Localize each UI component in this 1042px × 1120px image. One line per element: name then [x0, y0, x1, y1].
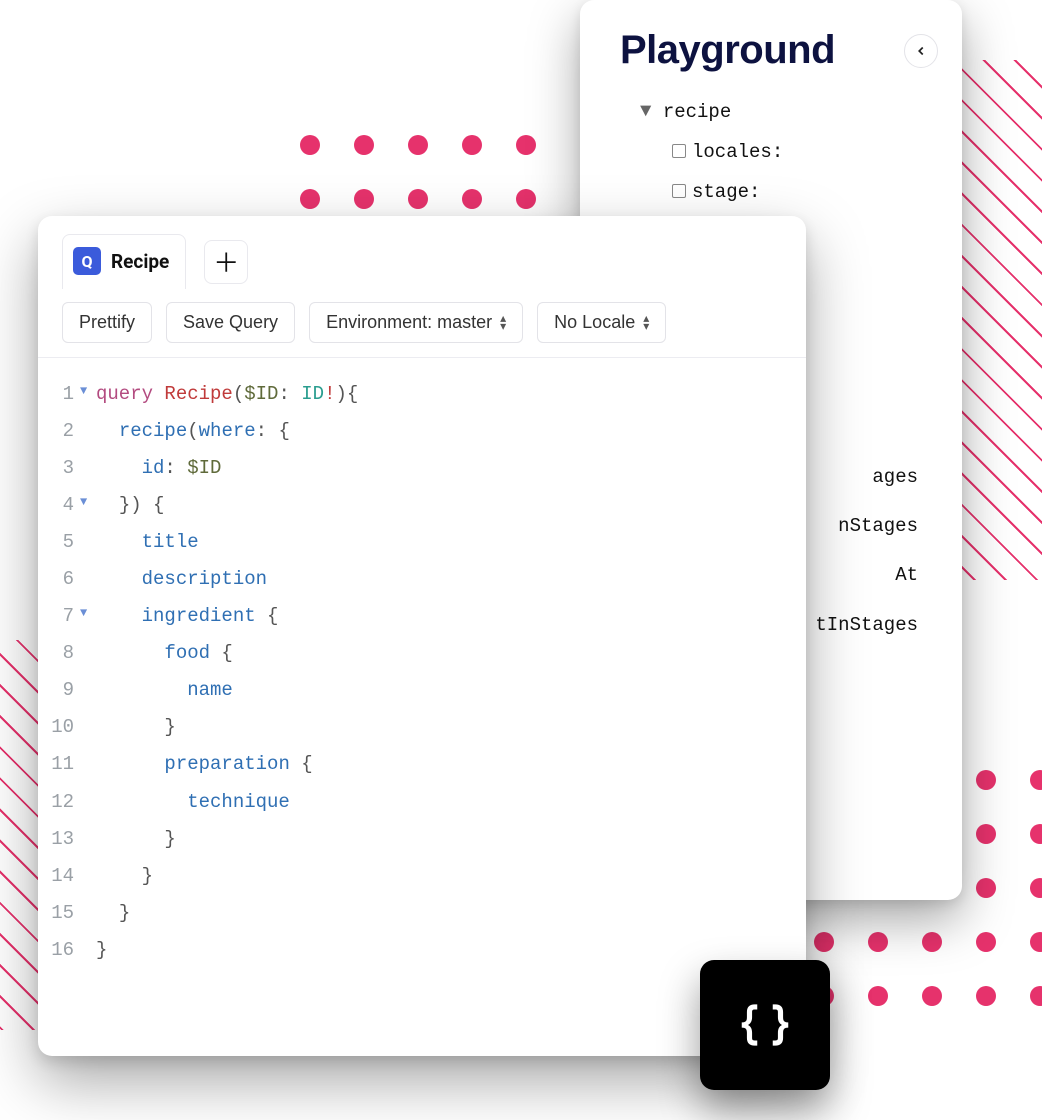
line-number: 1 — [38, 376, 80, 413]
code-line[interactable]: 2 recipe(where: { — [38, 413, 806, 450]
line-number: 4 — [38, 487, 80, 524]
fold-icon — [80, 672, 96, 709]
fold-icon — [80, 450, 96, 487]
code-line[interactable]: 4▼ }) { — [38, 487, 806, 524]
code-content: id: $ID — [96, 450, 221, 487]
fold-icon — [80, 895, 96, 932]
line-number: 10 — [38, 709, 80, 746]
checkbox-icon[interactable] — [672, 184, 686, 198]
tree-node-recipe[interactable]: recipe — [663, 101, 731, 123]
code-line[interactable]: 8 food { — [38, 635, 806, 672]
tree-arg-locales[interactable]: locales: — [692, 141, 783, 163]
line-number: 6 — [38, 561, 80, 598]
line-number: 9 — [38, 672, 80, 709]
code-content: title — [96, 524, 199, 561]
line-number: 15 — [38, 895, 80, 932]
code-content: food { — [96, 635, 233, 672]
code-line[interactable]: 11 preparation { — [38, 746, 806, 783]
plus-icon: ＋ — [213, 243, 239, 280]
code-content: description — [96, 561, 267, 598]
fold-icon — [80, 932, 96, 969]
collapse-button[interactable] — [904, 34, 938, 68]
fold-icon — [80, 784, 96, 821]
fold-icon — [80, 746, 96, 783]
line-number: 14 — [38, 858, 80, 895]
code-content: ingredient { — [96, 598, 278, 635]
line-number: 7 — [38, 598, 80, 635]
code-line[interactable]: 15 } — [38, 895, 806, 932]
code-content: name — [96, 672, 233, 709]
line-number: 3 — [38, 450, 80, 487]
code-line[interactable]: 16} — [38, 932, 806, 969]
code-content: }) { — [96, 487, 164, 524]
code-content: recipe(where: { — [96, 413, 290, 450]
code-line[interactable]: 13 } — [38, 821, 806, 858]
query-badge-icon: Q — [73, 247, 101, 275]
fold-icon — [80, 561, 96, 598]
fold-icon[interactable]: ▼ — [80, 598, 96, 635]
tab-label: Recipe — [111, 250, 169, 273]
tab-recipe[interactable]: Q Recipe — [62, 234, 186, 289]
prettify-button[interactable]: Prettify — [62, 302, 152, 343]
line-number: 2 — [38, 413, 80, 450]
tree-arg-stage[interactable]: stage: — [692, 181, 760, 203]
code-content: } — [96, 895, 130, 932]
sort-icon — [500, 315, 506, 329]
decorative-dots — [300, 135, 536, 209]
code-content: preparation { — [96, 746, 313, 783]
checkbox-icon[interactable] — [672, 144, 686, 158]
code-line[interactable]: 10 } — [38, 709, 806, 746]
save-query-button[interactable]: Save Query — [166, 302, 295, 343]
code-content: technique — [96, 784, 290, 821]
fold-icon — [80, 858, 96, 895]
code-badge — [700, 960, 830, 1090]
code-line[interactable]: 5 title — [38, 524, 806, 561]
line-number: 12 — [38, 784, 80, 821]
code-line[interactable]: 12 technique — [38, 784, 806, 821]
code-editor[interactable]: 1▼query Recipe($ID: ID!){2 recipe(where:… — [38, 358, 806, 1056]
code-line[interactable]: 14 } — [38, 858, 806, 895]
line-number: 5 — [38, 524, 80, 561]
code-line[interactable]: 3 id: $ID — [38, 450, 806, 487]
code-content: } — [96, 932, 107, 969]
fold-icon[interactable]: ▼ — [80, 487, 96, 524]
fold-icon[interactable]: ▼ — [80, 376, 96, 413]
line-number: 11 — [38, 746, 80, 783]
code-content: } — [96, 858, 153, 895]
explorer-tree[interactable]: ▼ recipe locales: stage: — [620, 93, 938, 213]
curly-braces-icon — [734, 994, 796, 1056]
chevron-left-icon — [914, 44, 928, 58]
code-content: } — [96, 709, 176, 746]
code-line[interactable]: 1▼query Recipe($ID: ID!){ — [38, 376, 806, 413]
environment-select[interactable]: Environment: master — [309, 302, 523, 343]
line-number: 8 — [38, 635, 80, 672]
locale-select[interactable]: No Locale — [537, 302, 666, 343]
code-content: query Recipe($ID: ID!){ — [96, 376, 358, 413]
fold-icon — [80, 413, 96, 450]
playground-title: Playground — [620, 28, 835, 73]
sort-icon — [643, 315, 649, 329]
code-line[interactable]: 7▼ ingredient { — [38, 598, 806, 635]
code-line[interactable]: 9 name — [38, 672, 806, 709]
add-tab-button[interactable]: ＋ — [204, 240, 248, 284]
fold-icon — [80, 635, 96, 672]
fold-icon — [80, 709, 96, 746]
editor-toolbar: Prettify Save Query Environment: master … — [38, 288, 806, 358]
tab-bar: Q Recipe ＋ — [38, 216, 806, 289]
code-content: } — [96, 821, 176, 858]
fold-icon — [80, 821, 96, 858]
line-number: 13 — [38, 821, 80, 858]
line-number: 16 — [38, 932, 80, 969]
query-editor-panel: Q Recipe ＋ Prettify Save Query Environme… — [38, 216, 806, 1056]
code-line[interactable]: 6 description — [38, 561, 806, 598]
fold-icon — [80, 524, 96, 561]
